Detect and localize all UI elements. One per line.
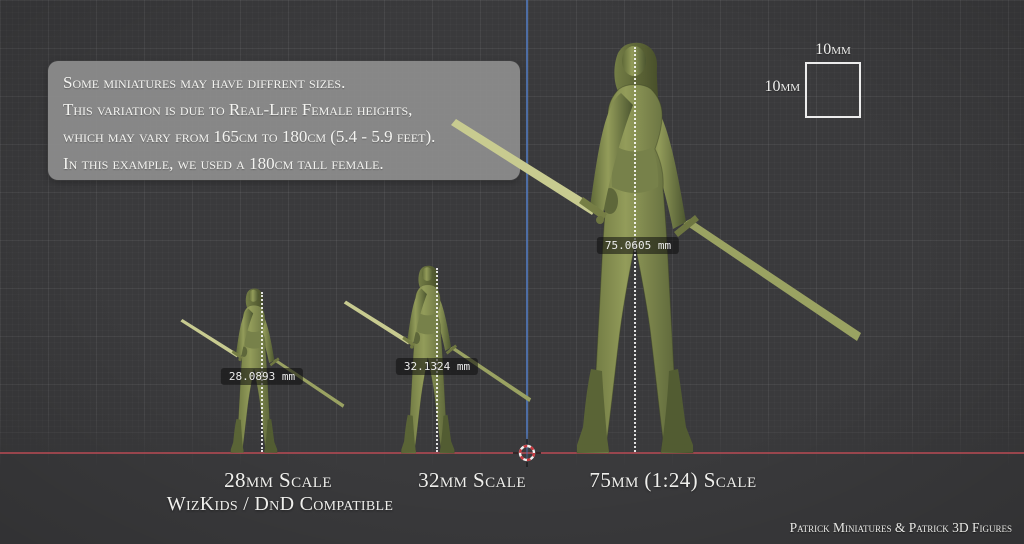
info-line-1: Some miniatures may have diffrent sizes. (63, 69, 505, 96)
info-line-2: This variation is due to Real-Life Femal… (63, 96, 505, 123)
caption-75mm-scale: 75mm (1:24) Scale (573, 468, 773, 493)
caption-28mm-scale: 28mm Scale (178, 468, 378, 493)
measurement-label-32mm: 32.1324 mm (396, 358, 478, 375)
reference-square-10mm (805, 62, 861, 118)
info-line-3: which may vary from 165cm to 180cm (5.4 … (63, 123, 505, 150)
reference-square-side-label: 10mm (738, 78, 800, 96)
caption-28mm-compatibility: WizKids / DnD Compatible (140, 493, 420, 516)
info-line-4: In this example, we used a 180cm tall fe… (63, 150, 505, 177)
credit-text: Patrick Miniatures & Patrick 3D Figures (790, 520, 1012, 536)
caption-32mm-scale: 32mm Scale (372, 468, 572, 493)
3d-viewport[interactable]: Some miniatures may have diffrent sizes.… (0, 0, 1024, 544)
measurement-label-75mm: 75.0605 mm (597, 237, 679, 254)
reference-square-top-label: 10mm (805, 41, 861, 59)
measurement-label-28mm: 28.0893 mm (221, 368, 303, 385)
